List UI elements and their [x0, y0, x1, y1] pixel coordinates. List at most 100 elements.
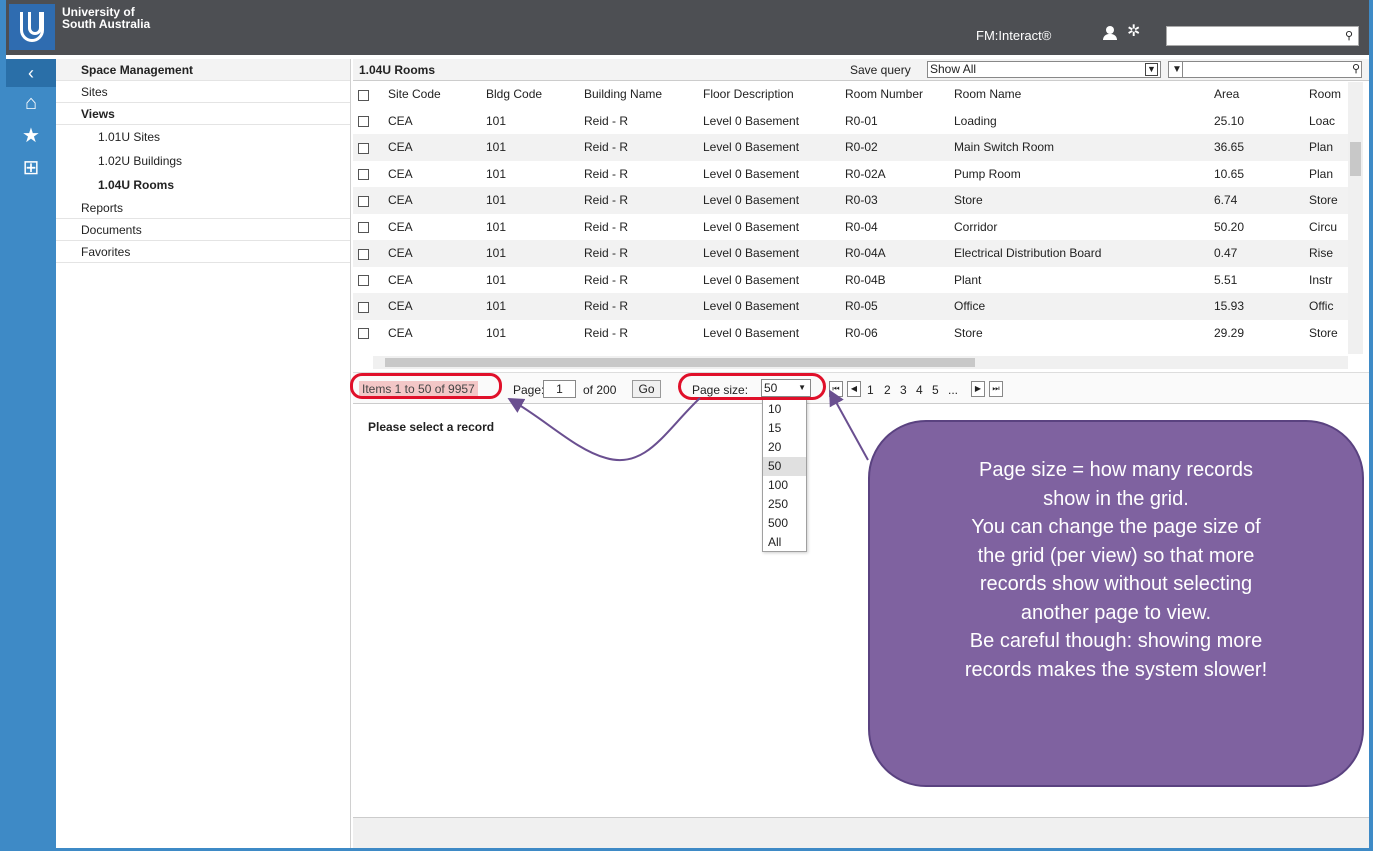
table-row[interactable]: CEA 101 Reid - R Level 0 Basement R0-03 Store… [353, 187, 1349, 214]
table-cell: R0-02 [840, 134, 949, 161]
page-number-input[interactable]: 1 [543, 380, 576, 398]
table-cell: 101 [481, 134, 579, 161]
table-cell: Store [954, 325, 983, 340]
next-page-icon[interactable]: ▶ [971, 381, 985, 397]
table-cell: 36.65 [1209, 134, 1304, 161]
nav-view-buildings[interactable]: 1.02U Buildings [56, 149, 350, 173]
row-checkbox[interactable] [353, 134, 383, 161]
table-cell: Level 0 Basement [698, 293, 840, 320]
table-row[interactable]: CEA 101 Reid - R Level 0 Basement R0-04A Elec… [353, 240, 1349, 267]
page-link[interactable]: 4 [916, 383, 923, 397]
column-header[interactable]: Room Number [840, 81, 949, 108]
row-checkbox[interactable] [353, 214, 383, 241]
table-cell: R0-04 [845, 219, 878, 234]
table-cell: CEA [383, 240, 481, 267]
table-cell: R0-04A [840, 240, 949, 267]
grid-search-input[interactable]: ⚲ [1182, 61, 1362, 78]
select-all-checkbox[interactable] [353, 81, 383, 108]
gear-icon[interactable]: ✲ [1127, 24, 1140, 40]
home-icon[interactable]: ⌂ [6, 87, 56, 119]
row-checkbox[interactable] [353, 267, 383, 294]
page-size-dropdown: 10 15 20 50 100 250 500 All [762, 399, 807, 552]
table-cell: CEA [383, 187, 481, 214]
nav-views[interactable]: Views [56, 103, 350, 125]
callout-line: show in the grid. [1043, 487, 1189, 510]
chevron-down-icon[interactable]: ▼ [1145, 63, 1158, 76]
page-link[interactable]: 3 [900, 383, 907, 397]
table-row[interactable]: CEA 101 Reid - R Level 0 Basement R0-06 Store… [353, 320, 1349, 347]
column-header[interactable]: Room [1304, 81, 1349, 108]
go-button[interactable]: Go [632, 380, 661, 398]
bottom-bar [353, 817, 1369, 848]
nav-sites[interactable]: Sites [56, 81, 350, 103]
table-cell: CEA [388, 219, 413, 234]
page-size-option[interactable]: 10 [763, 400, 806, 419]
collapse-icon[interactable]: ‹ [6, 59, 56, 87]
user-icon[interactable] [1103, 26, 1117, 40]
save-query-link[interactable]: Save query [850, 63, 911, 77]
table-row[interactable]: CEA 101 Reid - R Level 0 Basement R0-01 Loadi… [353, 108, 1349, 135]
row-checkbox[interactable] [353, 161, 383, 188]
table-row[interactable]: CEA 101 Reid - R Level 0 Basement R0-02 Main … [353, 134, 1349, 161]
university-logo[interactable] [9, 4, 55, 50]
page-total: of 200 [583, 383, 617, 397]
table-row[interactable]: CEA 101 Reid - R Level 0 Basement R0-02A Pump… [353, 161, 1349, 188]
nav-view-sites[interactable]: 1.01U Sites [56, 125, 350, 149]
page-size-option[interactable]: 250 [763, 495, 806, 514]
page-size-option[interactable]: 50 [763, 457, 806, 476]
page-size-option[interactable]: 100 [763, 476, 806, 495]
table-row[interactable]: CEA 101 Reid - R Level 0 Basement R0-04B Plan… [353, 267, 1349, 294]
nav-documents[interactable]: Documents [56, 219, 350, 241]
table-row[interactable]: CEA 101 Reid - R Level 0 Basement R0-04 Corri… [353, 214, 1349, 241]
page-link-more[interactable]: ... [948, 383, 958, 397]
row-checkbox[interactable] [353, 293, 383, 320]
table-cell: Level 0 Basement [698, 187, 840, 214]
column-header[interactable]: Room Name [949, 81, 1209, 108]
page-link[interactable]: 1 [867, 383, 874, 397]
global-search-input[interactable]: ⚲ [1166, 26, 1359, 46]
page-size-option[interactable]: 20 [763, 438, 806, 457]
nav-space-management[interactable]: Space Management [56, 59, 350, 81]
callout-line: another page to view. [1020, 601, 1212, 624]
table-cell: Main Switch Room [949, 134, 1209, 161]
brand-name: FM:Interact® [976, 28, 1052, 43]
table-cell: Pump Room [954, 166, 1021, 181]
row-checkbox[interactable] [353, 187, 383, 214]
first-page-icon[interactable]: ⏮ [829, 381, 843, 397]
table-row[interactable]: CEA 101 Reid - R Level 0 Basement R0-05 Offic… [353, 293, 1349, 320]
table-cell: Level 0 Basement [703, 113, 800, 128]
previous-page-icon[interactable]: ◀ [847, 381, 861, 397]
page-link[interactable]: 5 [932, 383, 939, 397]
table-cell: 101 [486, 325, 507, 340]
column-header[interactable]: Site Code [383, 81, 481, 108]
page-size-option[interactable]: All [763, 533, 806, 552]
column-header[interactable]: Building Name [579, 81, 698, 108]
table-cell: 101 [486, 219, 507, 234]
table-cell: R0-03 [840, 187, 949, 214]
table-cell: Corridor [954, 219, 998, 234]
rooms-grid: Site Code Bldg Code Building Name Floor … [353, 81, 1349, 346]
page-link[interactable]: 2 [884, 383, 891, 397]
table-cell: R0-06 [845, 325, 878, 340]
column-header[interactable]: Floor Description [698, 81, 840, 108]
floorplan-icon[interactable]: ⊞ [6, 151, 56, 183]
nav-reports[interactable]: Reports [56, 197, 350, 219]
last-page-icon[interactable]: ⏭ [989, 381, 1003, 397]
vertical-scrollbar[interactable] [1348, 82, 1363, 354]
column-header[interactable]: Bldg Code [481, 81, 579, 108]
horizontal-scrollbar[interactable] [373, 356, 1348, 369]
row-checkbox[interactable] [353, 240, 383, 267]
nav-favorites[interactable]: Favorites [56, 241, 350, 263]
row-checkbox[interactable] [353, 108, 383, 135]
page-size-option[interactable]: 500 [763, 514, 806, 533]
search-icon[interactable]: ⚲ [1341, 28, 1357, 44]
search-icon[interactable]: ⚲ [1352, 62, 1360, 75]
star-icon[interactable]: ★ [6, 119, 56, 151]
column-header[interactable]: Area [1209, 81, 1304, 108]
query-select[interactable]: Show All ▼ [927, 61, 1161, 78]
page-size-option[interactable]: 15 [763, 419, 806, 438]
nav-view-rooms[interactable]: 1.04U Rooms [56, 173, 350, 197]
row-checkbox[interactable] [353, 320, 383, 347]
table-cell: CEA [388, 272, 413, 287]
grid-title: 1.04U Rooms [359, 63, 436, 77]
